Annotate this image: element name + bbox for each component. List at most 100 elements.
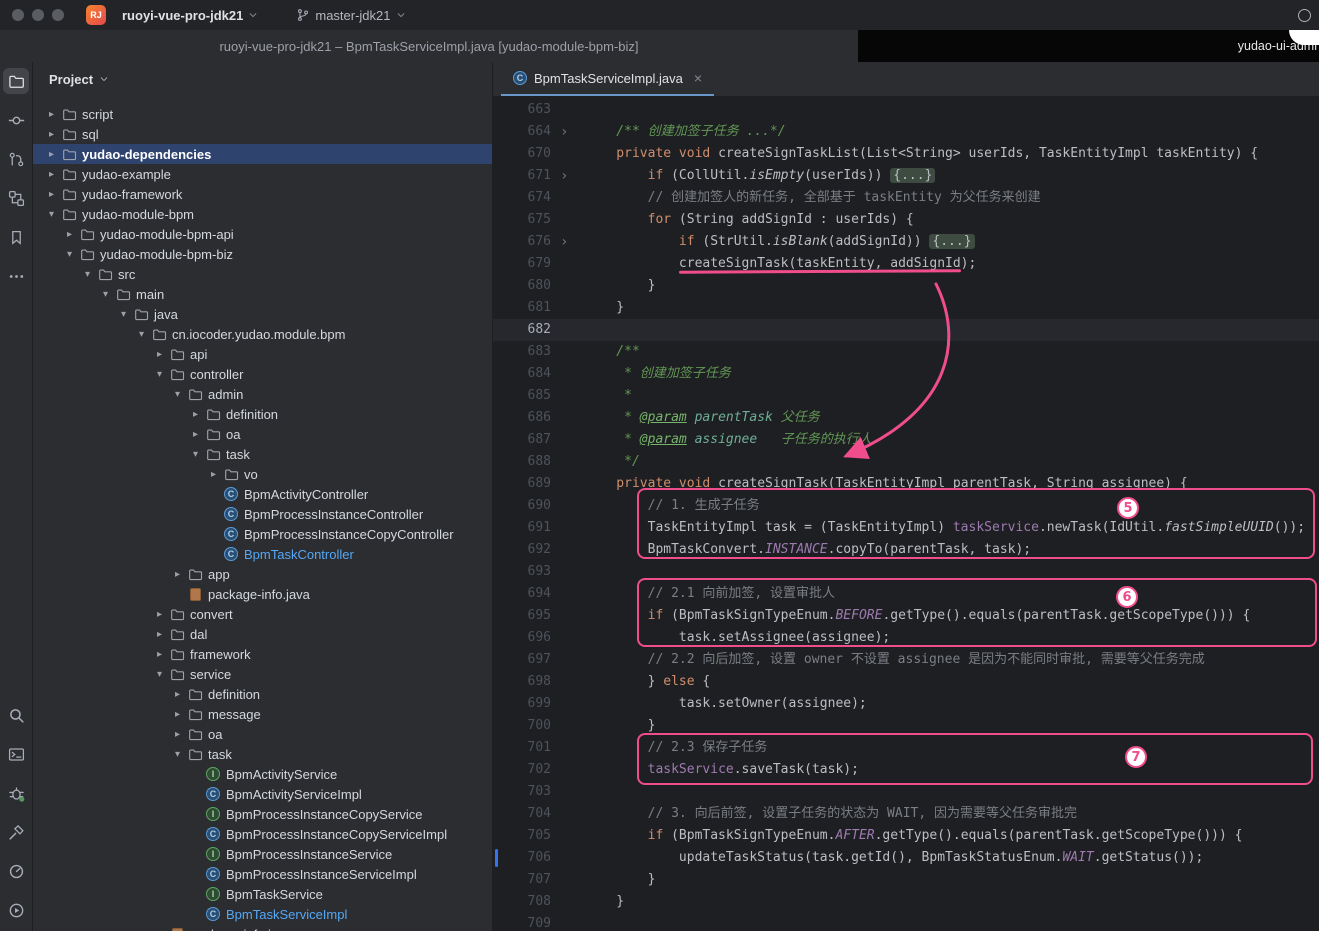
gutter[interactable]: 687 [493, 429, 585, 451]
tree-item-java[interactable]: ▾java [33, 304, 492, 324]
tree-item-bpmprocessinstancecopyservice[interactable]: IBpmProcessInstanceCopyService [33, 804, 492, 824]
code-line-687[interactable]: 687 * @param assignee 子任务的执行人 [493, 429, 1319, 451]
gutter[interactable]: 671› [493, 165, 585, 187]
code-line-708[interactable]: 708 } [493, 891, 1319, 913]
code-line-675[interactable]: 675 for (String addSignId : userIds) { [493, 209, 1319, 231]
tree-item-oa[interactable]: ▸oa [33, 424, 492, 444]
gutter[interactable]: 700 [493, 715, 585, 737]
chevron-down-icon[interactable]: ▾ [169, 389, 186, 400]
tree-item-bpmactivitycontroller[interactable]: CBpmActivityController [33, 484, 492, 504]
project-panel-header[interactable]: Project [33, 62, 492, 96]
minimize-button[interactable] [32, 9, 44, 21]
chevron-down-icon[interactable]: ▾ [43, 209, 60, 220]
gutter[interactable]: 701 [493, 737, 585, 759]
chevron-right-icon[interactable]: ▸ [43, 129, 60, 140]
code-line-704[interactable]: 704 // 3. 向后前签, 设置子任务的状态为 WAIT, 因为需要等父任务… [493, 803, 1319, 825]
tree-item-yudao-module-bpm-biz[interactable]: ▾yudao-module-bpm-biz [33, 244, 492, 264]
tree-item-convert[interactable]: ▸convert [33, 604, 492, 624]
tree-item-definition[interactable]: ▸definition [33, 684, 492, 704]
tree-item-bpmprocessinstancecopycontroller[interactable]: CBpmProcessInstanceCopyController [33, 524, 492, 544]
chevron-right-icon[interactable]: ▸ [187, 409, 204, 420]
gutter[interactable]: 709 [493, 913, 585, 931]
terminal-icon[interactable] [3, 741, 29, 767]
tree-item-api[interactable]: ▸api [33, 344, 492, 364]
tree-item-bpmactivityservice[interactable]: IBpmActivityService [33, 764, 492, 784]
chevron-down-icon[interactable]: ▾ [151, 369, 168, 380]
gutter[interactable]: 702 [493, 759, 585, 781]
code-line-676[interactable]: 676› if (StrUtil.isBlank(addSignId)) {..… [493, 231, 1319, 253]
debug-icon[interactable] [3, 780, 29, 806]
gutter[interactable]: 689 [493, 473, 585, 495]
tree-item-task[interactable]: ▾task [33, 444, 492, 464]
fold-arrow-icon[interactable]: › [551, 121, 585, 143]
code-line-705[interactable]: 705 if (BpmTaskSignTypeEnum.AFTER.getTyp… [493, 825, 1319, 847]
code-line-699[interactable]: 699 task.setOwner(assignee); [493, 693, 1319, 715]
tree-item-sql[interactable]: ▸sql [33, 124, 492, 144]
chevron-right-icon[interactable]: ▸ [151, 649, 168, 660]
tree-item-bpmtaskcontroller[interactable]: CBpmTaskController [33, 544, 492, 564]
chevron-right-icon[interactable]: ▸ [151, 629, 168, 640]
chevron-down-icon[interactable]: ▾ [187, 449, 204, 460]
code-line-692[interactable]: 692 BpmTaskConvert.INSTANCE.copyTo(paren… [493, 539, 1319, 561]
chevron-right-icon[interactable]: ▸ [151, 609, 168, 620]
fold-arrow-icon[interactable]: › [551, 231, 585, 253]
gutter[interactable]: 691 [493, 517, 585, 539]
code-line-683[interactable]: 683 /** [493, 341, 1319, 363]
code-line-680[interactable]: 680 } [493, 275, 1319, 297]
gutter[interactable]: 697 [493, 649, 585, 671]
tree-item-src[interactable]: ▾src [33, 264, 492, 284]
gutter[interactable]: 699 [493, 693, 585, 715]
more-tool-windows-icon[interactable] [3, 263, 29, 289]
commit-icon[interactable] [3, 107, 29, 133]
tree-item-dal[interactable]: ▸dal [33, 624, 492, 644]
code-line-679[interactable]: 679 createSignTask(taskEntity, addSignId… [493, 253, 1319, 275]
tree-item-admin[interactable]: ▾admin [33, 384, 492, 404]
tree-item-yudao-example[interactable]: ▸yudao-example [33, 164, 492, 184]
chevron-right-icon[interactable]: ▸ [169, 569, 186, 580]
tree-item-bpmtaskservice[interactable]: IBpmTaskService [33, 884, 492, 904]
project-icon[interactable] [3, 68, 29, 94]
code-line-685[interactable]: 685 * [493, 385, 1319, 407]
code-line-701[interactable]: 701 // 2.3 保存子任务 [493, 737, 1319, 759]
code-line-674[interactable]: 674 // 创建加签人的新任务, 全部基于 taskEntity 为父任务来创… [493, 187, 1319, 209]
code-line-684[interactable]: 684 * 创建加签子任务 [493, 363, 1319, 385]
gutter[interactable]: 703 [493, 781, 585, 803]
gutter[interactable]: 690 [493, 495, 585, 517]
code-line-670[interactable]: 670 private void createSignTaskList(List… [493, 143, 1319, 165]
code-line-682[interactable]: 682 [493, 319, 1319, 341]
tree-item-yudao-module-bpm-api[interactable]: ▸yudao-module-bpm-api [33, 224, 492, 244]
tree-item-definition[interactable]: ▸definition [33, 404, 492, 424]
chevron-right-icon[interactable]: ▸ [151, 349, 168, 360]
code-line-671[interactable]: 671› if (CollUtil.isEmpty(userIds)) {...… [493, 165, 1319, 187]
tree-item-package-info-java[interactable]: package-info.java [33, 584, 492, 604]
chevron-right-icon[interactable]: ▸ [169, 689, 186, 700]
gutter[interactable]: 696 [493, 627, 585, 649]
gutter[interactable]: 698 [493, 671, 585, 693]
tree-item-controller[interactable]: ▾controller [33, 364, 492, 384]
tree-item-bpmactivityserviceimpl[interactable]: CBpmActivityServiceImpl [33, 784, 492, 804]
gutter[interactable]: 680 [493, 275, 585, 297]
chevron-right-icon[interactable]: ▸ [169, 709, 186, 720]
chevron-down-icon[interactable]: ▾ [133, 329, 150, 340]
code-line-696[interactable]: 696 task.setAssignee(assignee); [493, 627, 1319, 649]
profiler-icon[interactable] [3, 858, 29, 884]
code-line-693[interactable]: 693 [493, 561, 1319, 583]
code-line-690[interactable]: 690 // 1. 生成子任务 [493, 495, 1319, 517]
code-editor[interactable]: 663664› /** 创建加签子任务 ...*/670 private voi… [493, 97, 1319, 931]
tree-item-cn-iocoder-yudao-module-bpm[interactable]: ▾cn.iocoder.yudao.module.bpm [33, 324, 492, 344]
gutter[interactable]: 706 [493, 847, 585, 869]
chevron-right-icon[interactable]: ▸ [205, 469, 222, 480]
gutter[interactable]: 684 [493, 363, 585, 385]
bookmarks-icon[interactable] [3, 224, 29, 250]
chevron-down-icon[interactable]: ▾ [169, 749, 186, 760]
gutter[interactable]: 695 [493, 605, 585, 627]
code-line-663[interactable]: 663 [493, 99, 1319, 121]
tree-item-app[interactable]: ▸app [33, 564, 492, 584]
gutter[interactable]: 675 [493, 209, 585, 231]
gutter[interactable]: 705 [493, 825, 585, 847]
tree-item-script[interactable]: ▸script [33, 104, 492, 124]
chevron-right-icon[interactable]: ▸ [43, 149, 60, 160]
tab-bpmtaskserviceimpl-java[interactable]: C BpmTaskServiceImpl.java × [501, 62, 714, 96]
code-line-691[interactable]: 691 TaskEntityImpl task = (TaskEntityImp… [493, 517, 1319, 539]
code-line-694[interactable]: 694 // 2.1 向前加签, 设置审批人 [493, 583, 1319, 605]
